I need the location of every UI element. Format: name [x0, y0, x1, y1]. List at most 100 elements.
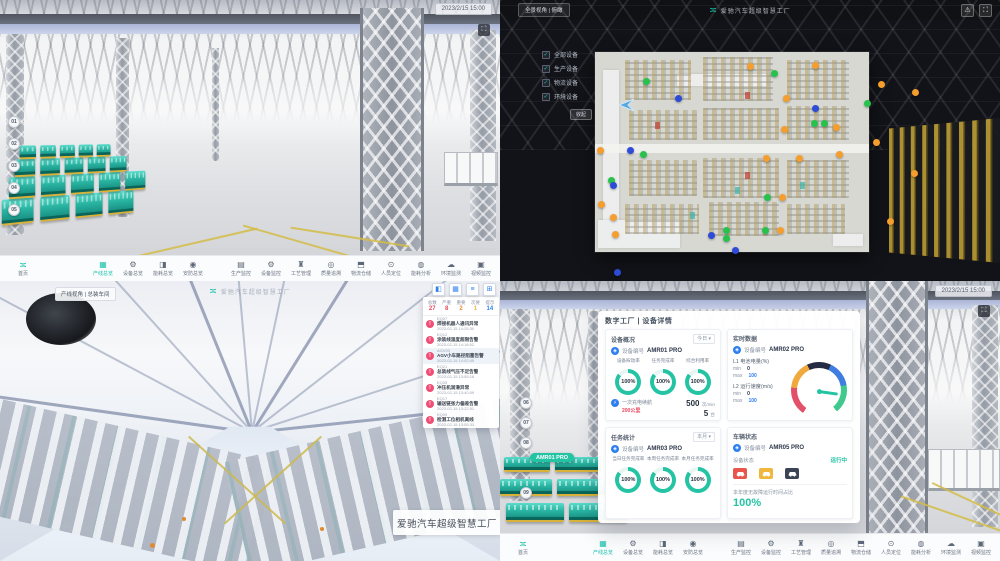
toolbar-tool-item[interactable]: ▤生产监控: [226, 260, 256, 277]
layer-row[interactable]: ✓全部设备: [542, 50, 592, 59]
marker-badge[interactable]: 03: [8, 160, 20, 172]
alarm-list-item[interactable]: !EQ07焊接机器人通讯异常2023-02-15 14:25:30: [423, 316, 499, 332]
view-mode-chip[interactable]: 产线视角 | 总装车间: [55, 287, 116, 301]
toolbar-tool-item[interactable]: ⚠告警中心: [996, 539, 1000, 556]
status-dot[interactable]: [675, 95, 682, 102]
status-dot[interactable]: [812, 62, 819, 69]
toolbar-home-item[interactable]: ≍首页: [510, 540, 536, 556]
marker-badge[interactable]: 06: [520, 397, 532, 409]
status-dot[interactable]: [732, 247, 739, 254]
panel-control-button[interactable]: ◧: [432, 283, 445, 296]
toolbar-nav-item[interactable]: ◉安防总览: [678, 539, 708, 556]
toolbar-home-item[interactable]: ≍首页: [10, 261, 36, 277]
alarm-list-item[interactable]: !EQ05冲压机润滑异常2023-02-15 13:40:09: [423, 380, 499, 396]
checkbox[interactable]: ✓: [542, 79, 550, 87]
status-dot[interactable]: [796, 155, 803, 162]
toolbar-tool-item[interactable]: ▣视频监控: [966, 539, 996, 556]
status-dot[interactable]: [783, 95, 790, 102]
toolbar-tool-item[interactable]: ⬒物流仓储: [346, 260, 376, 277]
range-dropdown[interactable]: 今日 ▾: [693, 334, 715, 344]
panel-control-button[interactable]: ⊞: [483, 283, 496, 296]
status-dot[interactable]: [610, 214, 617, 221]
fullscreen-button[interactable]: ⛶: [478, 24, 490, 36]
status-dot[interactable]: [864, 100, 871, 107]
toolbar-tool-item[interactable]: ☁环境监测: [936, 539, 966, 556]
status-dot[interactable]: [612, 231, 619, 238]
toolbar-tool-item[interactable]: ▣视频监控: [466, 260, 496, 277]
marker-badge[interactable]: 08: [520, 437, 532, 449]
status-dot[interactable]: [811, 120, 818, 127]
agv-name-tag[interactable]: AMR01 PRO: [530, 453, 574, 462]
toolbar-nav-item[interactable]: ▦产线总览: [88, 260, 118, 277]
toolbar-tool-item[interactable]: ⬒物流仓储: [846, 539, 876, 556]
marker-badge[interactable]: 01: [8, 116, 20, 128]
toolbar-tool-item[interactable]: ▤生产监控: [726, 539, 756, 556]
status-dot[interactable]: [747, 63, 754, 70]
toolbar-tool-item[interactable]: ◍能耗分析: [406, 260, 436, 277]
checkbox[interactable]: ✓: [542, 65, 550, 73]
status-dot[interactable]: [610, 182, 617, 189]
status-dot[interactable]: [836, 151, 843, 158]
checkbox[interactable]: ✓: [542, 93, 550, 101]
status-dot[interactable]: [771, 70, 778, 77]
layer-row[interactable]: ✓环境设备: [542, 92, 592, 101]
status-dot[interactable]: [821, 120, 828, 127]
checkbox[interactable]: ✓: [542, 51, 550, 59]
status-dot[interactable]: [779, 194, 786, 201]
toolbar-tool-item[interactable]: ⊙人员定位: [376, 260, 406, 277]
status-dot[interactable]: [764, 194, 771, 201]
toolbar-nav-item[interactable]: ⚙设备总览: [118, 260, 148, 277]
panel-control-button[interactable]: ▦: [449, 283, 462, 296]
marker-badge[interactable]: 09: [520, 487, 532, 499]
status-dot[interactable]: [723, 227, 730, 234]
toolbar-tool-item[interactable]: ⚙设备监控: [756, 539, 786, 556]
panel-control-button[interactable]: ≡: [466, 283, 479, 296]
toolbar-nav-item[interactable]: ⚙设备总览: [618, 539, 648, 556]
status-dot[interactable]: [708, 232, 715, 239]
toolbar-tool-item[interactable]: ⊙人员定位: [876, 539, 906, 556]
status-dot[interactable]: [873, 139, 880, 146]
toolbar-tool-item[interactable]: ◎质量追溯: [316, 260, 346, 277]
toolbar-nav-item[interactable]: ◉安防总览: [178, 260, 208, 277]
alarm-list-item[interactable]: !EQ21总装线气压不足告警2023-02-15 13:55:18: [423, 364, 499, 380]
toolbar-tool-item[interactable]: ⚙设备监控: [256, 260, 286, 277]
status-dot[interactable]: [833, 124, 840, 131]
status-dot[interactable]: [598, 201, 605, 208]
status-dot[interactable]: [878, 81, 885, 88]
status-dot[interactable]: [912, 89, 919, 96]
status-dot[interactable]: [723, 235, 730, 242]
fullscreen-button[interactable]: ⛶: [978, 305, 990, 317]
status-dot[interactable]: [911, 170, 918, 177]
status-dot[interactable]: [887, 218, 894, 225]
alarm-list-item[interactable]: !AGV03AGV小车路径阻塞告警2023-02-15 14:02:45: [423, 348, 499, 364]
marker-badge[interactable]: 04: [8, 182, 20, 194]
status-dot[interactable]: [762, 227, 769, 234]
layer-row[interactable]: ✓物流设备: [542, 78, 592, 87]
status-dot[interactable]: [597, 147, 604, 154]
alarm-list-item[interactable]: !EQ12涂装线温度超限告警2023-02-15 14:18:02: [423, 332, 499, 348]
status-dot[interactable]: [614, 269, 621, 276]
status-dot[interactable]: [643, 78, 650, 85]
status-dot[interactable]: [812, 105, 819, 112]
toolbar-nav-item[interactable]: ◨能耗总览: [648, 539, 678, 556]
toolbar-nav-item[interactable]: ◨能耗总览: [148, 260, 178, 277]
status-dot[interactable]: [640, 151, 647, 158]
toolbar-tool-item[interactable]: ◎质量追溯: [816, 539, 846, 556]
status-dot[interactable]: [627, 147, 634, 154]
toolbar-tool-item[interactable]: ◍能耗分析: [906, 539, 936, 556]
marker-badge[interactable]: 07: [520, 417, 532, 429]
alarm-list-item[interactable]: !EQ09检测工位相机离线2023-02-15 13:05:33: [423, 412, 499, 428]
range-dropdown[interactable]: 本月 ▾: [693, 432, 715, 442]
toolbar-tool-item[interactable]: ♜工艺管理: [286, 260, 316, 277]
layer-row[interactable]: ✓生产设备: [542, 64, 592, 73]
marker-badge[interactable]: 02: [8, 138, 20, 150]
toolbar-nav-item[interactable]: ▦产线总览: [588, 539, 618, 556]
marker-badge[interactable]: 05: [8, 204, 20, 216]
alarm-list-item[interactable]: !EQ17输送链张力偏差告警2023-02-15 13:22:51: [423, 396, 499, 412]
status-dot[interactable]: [781, 126, 788, 133]
status-dot[interactable]: [763, 155, 770, 162]
collapse-layers-button[interactable]: 收起: [570, 109, 592, 120]
status-dot[interactable]: [777, 227, 784, 234]
toolbar-tool-item[interactable]: ☁环境监测: [436, 260, 466, 277]
toolbar-tool-item[interactable]: ♜工艺管理: [786, 539, 816, 556]
